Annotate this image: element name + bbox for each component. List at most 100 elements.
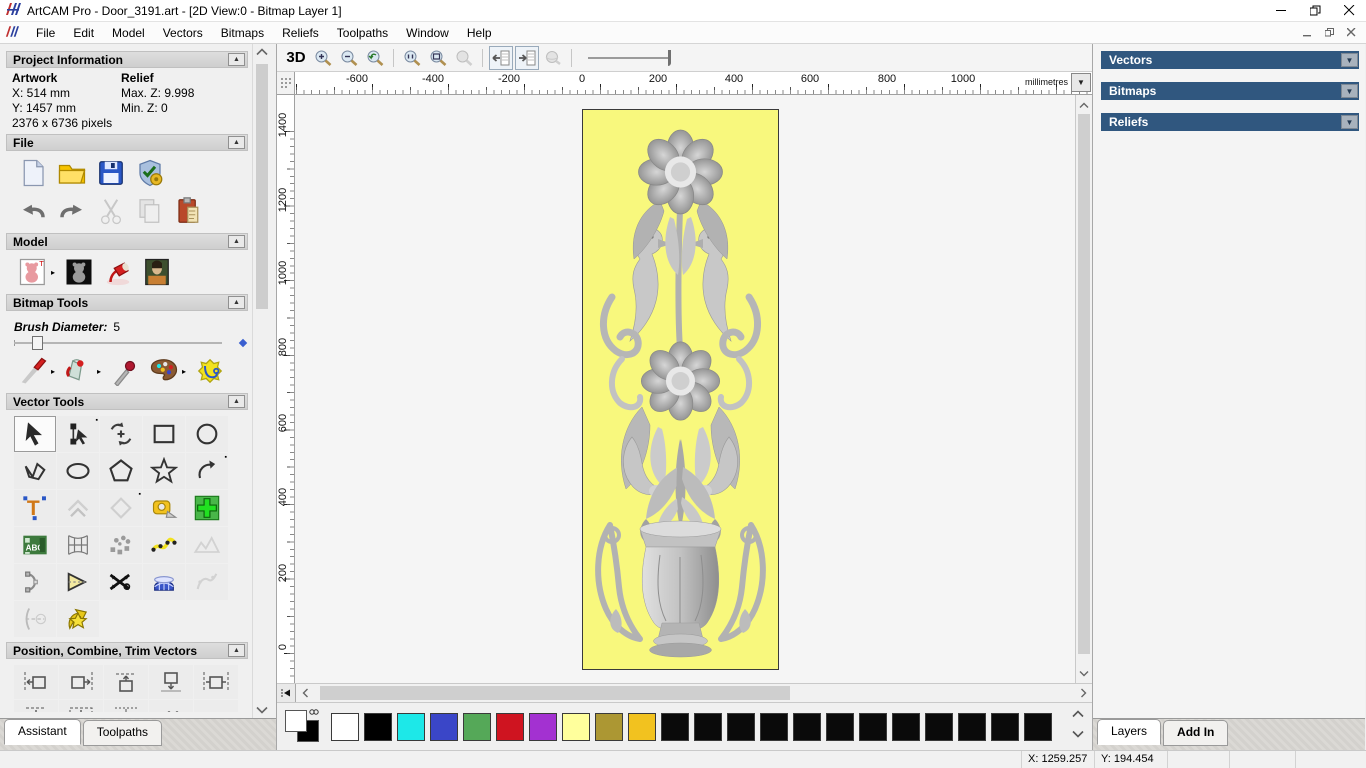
node-editing-button[interactable]: ▪ xyxy=(57,416,99,452)
align-left-button[interactable] xyxy=(14,665,58,699)
close-button[interactable] xyxy=(1332,0,1366,21)
tab-assistant[interactable]: Assistant xyxy=(4,719,81,745)
paste-along-curve-button[interactable] xyxy=(149,700,193,712)
section-vectors[interactable]: Vectors ▼ xyxy=(1101,51,1359,69)
scroll-down-icon[interactable] xyxy=(253,702,271,718)
undo-icon[interactable] xyxy=(18,196,48,226)
menu-reliefs[interactable]: Reliefs xyxy=(273,24,328,42)
slider-thumb[interactable] xyxy=(32,336,43,350)
zoom-1to1-button[interactable] xyxy=(400,46,424,70)
palette-swatch[interactable] xyxy=(991,712,1019,741)
vector-doctor-button[interactable] xyxy=(186,490,228,526)
create-ellipse-button[interactable] xyxy=(57,453,99,489)
select-vectors-button[interactable] xyxy=(14,416,56,452)
tab-layers[interactable]: Layers xyxy=(1097,719,1162,745)
collapse-button[interactable]: ▲ xyxy=(228,644,245,657)
align-bottom-button[interactable] xyxy=(149,665,193,699)
brush-diameter-slider[interactable] xyxy=(14,336,248,350)
lighting-setup-icon[interactable] xyxy=(103,257,133,287)
scroll-up-icon[interactable] xyxy=(253,44,271,60)
dropdown-button[interactable]: ▼ xyxy=(1341,115,1358,129)
collapse-button[interactable]: ▲ xyxy=(228,235,245,248)
palette-swatch[interactable] xyxy=(463,712,491,741)
transform-vectors-button[interactable] xyxy=(100,416,142,452)
bitmap-doctor-icon[interactable] xyxy=(195,356,225,386)
align-right-button[interactable] xyxy=(59,665,103,699)
save-model-icon[interactable] xyxy=(96,158,126,188)
menu-help[interactable]: Help xyxy=(458,24,501,42)
new-model-icon[interactable] xyxy=(18,158,48,188)
center-horizontally-button[interactable] xyxy=(194,665,238,699)
create-text-button[interactable]: T xyxy=(14,490,56,526)
collapse-button[interactable]: ▲ xyxy=(228,296,245,309)
section-bitmap-tools[interactable]: Bitmap Tools ▲ xyxy=(6,294,248,311)
measure-tool-button[interactable] xyxy=(143,490,185,526)
units-dropdown-button[interactable]: ▼ xyxy=(1071,73,1091,92)
greyscale-from-model-icon[interactable]: T xyxy=(18,257,48,287)
tab-toolpaths[interactable]: Toolpaths xyxy=(82,720,163,746)
snap-prev-page-button[interactable] xyxy=(489,45,513,70)
snap-next-page-button[interactable] xyxy=(515,45,539,70)
block-copy-button[interactable] xyxy=(100,527,142,563)
section-bitmaps[interactable]: Bitmaps ▼ xyxy=(1101,82,1359,100)
model-setup-icon[interactable] xyxy=(135,158,165,188)
mdi-minimize-button[interactable] xyxy=(1296,24,1318,42)
flood-fill-icon[interactable] xyxy=(64,356,94,386)
palette-swatch[interactable] xyxy=(694,712,722,741)
palette-swatch[interactable] xyxy=(331,712,359,741)
collapse-button[interactable]: ▲ xyxy=(228,53,245,66)
paste-icon[interactable] xyxy=(174,196,204,226)
scroll-down-icon[interactable] xyxy=(1076,665,1092,681)
flyout-arrow-icon[interactable]: ▸ xyxy=(51,268,55,277)
palette-swatch[interactable] xyxy=(892,712,920,741)
open-file-icon[interactable] xyxy=(57,158,87,188)
create-circle-button[interactable] xyxy=(186,416,228,452)
zoom-previous-button[interactable] xyxy=(363,46,387,70)
fit-arcs-button[interactable] xyxy=(14,564,56,600)
flyout-arrow-icon[interactable]: ▸ xyxy=(182,367,186,376)
section-position-combine-trim[interactable]: Position, Combine, Trim Vectors ▲ xyxy=(6,642,248,659)
redo-icon[interactable] xyxy=(57,196,87,226)
bisect-angle-button[interactable] xyxy=(57,564,99,600)
load-image-icon[interactable] xyxy=(142,257,172,287)
menu-vectors[interactable]: Vectors xyxy=(154,24,212,42)
scrollbar-thumb[interactable] xyxy=(1078,114,1090,654)
flyout-arrow-icon[interactable]: ▸ xyxy=(51,367,55,376)
3d-view-button[interactable]: 3D xyxy=(283,46,309,70)
section-model[interactable]: Model ▲ xyxy=(6,233,248,250)
slider-handle[interactable] xyxy=(668,49,671,66)
palette-swatch[interactable] xyxy=(430,712,458,741)
palette-swatch[interactable] xyxy=(661,712,689,741)
bitmap-artwork[interactable] xyxy=(582,109,779,670)
create-rectangle-button[interactable] xyxy=(143,416,185,452)
canvas-horizontal-scrollbar[interactable] xyxy=(277,683,1092,703)
link-colours-icon[interactable] xyxy=(309,708,319,718)
palette-swatch[interactable] xyxy=(958,712,986,741)
palette-swatch[interactable] xyxy=(727,712,755,741)
nesting-button[interactable]: Nes xyxy=(194,700,238,712)
palette-swatch[interactable] xyxy=(595,712,623,741)
palette-swatch[interactable] xyxy=(364,712,392,741)
scroll-left-icon[interactable] xyxy=(296,684,314,702)
scrollbar-thumb[interactable] xyxy=(256,64,268,309)
center-in-page-button[interactable] xyxy=(59,700,103,712)
colour-palette-icon[interactable] xyxy=(149,356,179,386)
zoom-in-button[interactable] xyxy=(311,46,335,70)
menu-model[interactable]: Model xyxy=(103,24,154,42)
detail-slider[interactable] xyxy=(588,48,680,68)
assistant-panel-scrollbar[interactable] xyxy=(252,44,271,718)
collapse-button[interactable]: ▲ xyxy=(228,395,245,408)
mdi-close-button[interactable] xyxy=(1340,24,1362,42)
create-polygon-button[interactable] xyxy=(100,453,142,489)
palette-swatch[interactable] xyxy=(793,712,821,741)
menu-toolpaths[interactable]: Toolpaths xyxy=(328,24,397,42)
palette-swatch[interactable] xyxy=(1024,712,1052,741)
mdi-restore-button[interactable] xyxy=(1318,24,1340,42)
2d-view-canvas[interactable] xyxy=(295,95,1075,683)
scroll-right-icon[interactable] xyxy=(1074,684,1092,702)
restore-button[interactable] xyxy=(1298,0,1332,21)
palette-swatch[interactable] xyxy=(826,712,854,741)
palette-swatch[interactable] xyxy=(859,712,887,741)
palette-swatch[interactable] xyxy=(925,712,953,741)
primary-colour-swatch[interactable] xyxy=(285,709,307,732)
